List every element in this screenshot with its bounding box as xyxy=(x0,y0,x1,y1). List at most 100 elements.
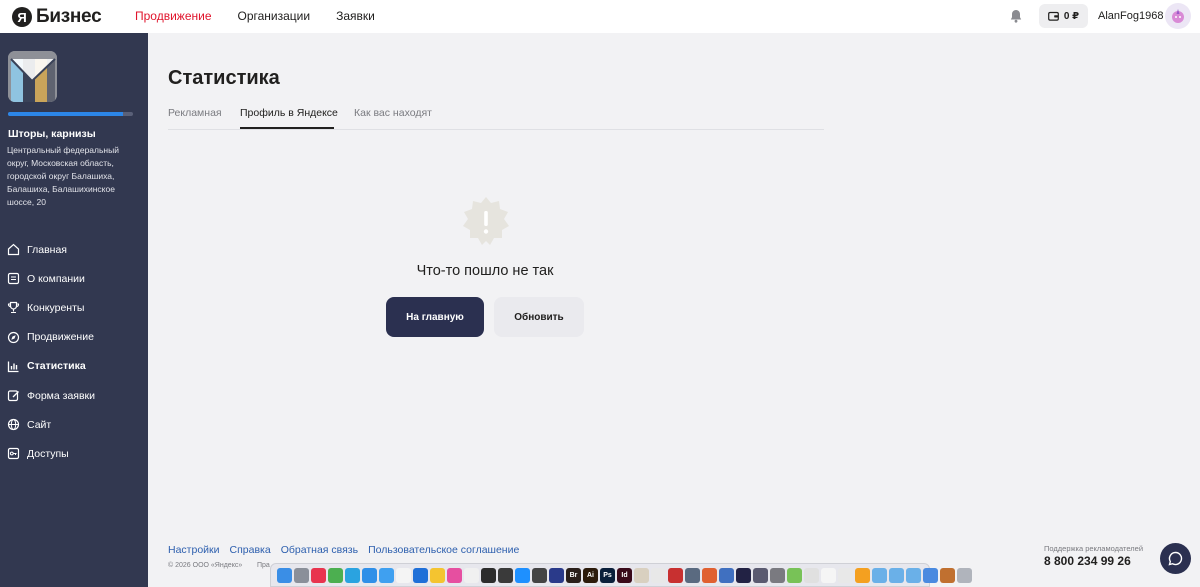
folder-icon[interactable] xyxy=(872,567,887,583)
illustrator-icon[interactable]: Ai xyxy=(583,567,598,583)
folder-icon[interactable] xyxy=(889,567,904,583)
balance-amount: 0 ₽ xyxy=(1063,10,1080,22)
calendar-icon[interactable] xyxy=(396,567,411,583)
curtains-logo-icon xyxy=(8,51,57,102)
scanner-icon[interactable] xyxy=(685,567,700,583)
indesign-icon[interactable]: Id xyxy=(617,567,632,583)
refresh-button[interactable]: Обновить xyxy=(494,297,584,337)
textedit-icon[interactable] xyxy=(821,567,836,583)
yandex-logo-icon: Я xyxy=(12,7,32,27)
sidebar-item-label: Главная xyxy=(27,243,67,256)
scripts-icon[interactable] xyxy=(651,567,666,583)
terminal-icon[interactable] xyxy=(481,567,496,583)
color-icon[interactable] xyxy=(702,567,717,583)
user-avatar[interactable] xyxy=(1165,3,1191,29)
safari-icon[interactable] xyxy=(362,567,377,583)
paintbrush-icon[interactable] xyxy=(804,567,819,583)
notes-icon[interactable] xyxy=(430,567,445,583)
key-icon xyxy=(7,447,20,460)
chat-icon xyxy=(1168,551,1183,566)
footer-link-help[interactable]: Справка xyxy=(230,544,271,556)
support-label: Поддержка рекламодателей xyxy=(1044,544,1144,553)
error-message: Что-то пошло не так xyxy=(416,263,554,279)
mail-icon[interactable] xyxy=(379,567,394,583)
balance-button[interactable]: 0 ₽ xyxy=(1039,4,1088,28)
compass-icon xyxy=(7,331,20,344)
bridge-icon[interactable]: Br xyxy=(566,567,581,583)
vpn-icon[interactable] xyxy=(549,567,564,583)
photos-icon[interactable] xyxy=(464,567,479,583)
unicorn-avatar-icon xyxy=(1172,9,1184,23)
camera-icon[interactable] xyxy=(532,567,547,583)
photoshop-icon[interactable]: Ps xyxy=(600,567,615,583)
browser-icon[interactable] xyxy=(413,567,428,583)
company-logo[interactable] xyxy=(8,51,57,102)
username[interactable]: AlanFog1968 xyxy=(1098,10,1163,22)
preview-icon[interactable] xyxy=(634,567,649,583)
printer-icon[interactable] xyxy=(668,567,683,583)
activity-icon[interactable] xyxy=(498,567,513,583)
chart-icon xyxy=(7,360,20,373)
sidebar-item-statistics[interactable]: Статистика xyxy=(7,352,95,381)
sidebar-item-competitors[interactable]: Конкуренты xyxy=(7,293,95,322)
globe-icon xyxy=(7,418,20,431)
obs-icon[interactable] xyxy=(736,567,751,583)
profile-completion-bar xyxy=(8,112,133,116)
android-icon[interactable] xyxy=(787,567,802,583)
appstore-icon[interactable] xyxy=(515,567,530,583)
tab-yandex-profile[interactable]: Профиль в Яндексе xyxy=(240,107,338,119)
sidebar-menu: Главная О компании Конкуренты Продвижени… xyxy=(7,235,95,469)
pen-icon[interactable] xyxy=(838,567,853,583)
sidebar-item-promotion[interactable]: Продвижение xyxy=(7,323,95,352)
sidebar-item-home[interactable]: Главная xyxy=(7,235,95,264)
footer-link-user-agreement[interactable]: Пользовательское соглашение xyxy=(368,544,519,556)
sketch-icon[interactable] xyxy=(855,567,870,583)
nav-organizations[interactable]: Организации xyxy=(238,9,311,23)
screenshot-icon[interactable] xyxy=(753,567,768,583)
tab-advertising[interactable]: Рекламная xyxy=(168,107,222,119)
company-address: Центральный федеральный округ, Московска… xyxy=(7,145,119,207)
footer-link-settings[interactable]: Настройки xyxy=(168,544,220,556)
trash-icon[interactable] xyxy=(957,567,972,583)
sidebar: Шторы, карнизы Центральный федеральный о… xyxy=(0,33,148,587)
home-icon xyxy=(7,243,20,256)
settings-icon[interactable] xyxy=(770,567,785,583)
nav-requests[interactable]: Заявки xyxy=(336,9,375,23)
sidebar-item-site[interactable]: Сайт xyxy=(7,410,95,439)
page-title: Статистика xyxy=(168,67,280,89)
wallet-icon xyxy=(1047,11,1059,21)
sidebar-item-about[interactable]: О компании xyxy=(7,264,95,293)
launchpad-icon[interactable] xyxy=(294,567,309,583)
downloads-icon[interactable] xyxy=(940,567,955,583)
chat-button[interactable] xyxy=(1160,543,1191,574)
sidebar-item-label: О компании xyxy=(27,272,85,285)
warning-icon xyxy=(463,197,509,245)
itunes-icon[interactable] xyxy=(447,567,462,583)
support-phone[interactable]: 8 800 234 99 26 xyxy=(1044,554,1131,568)
sidebar-item-label: Доступы xyxy=(27,447,69,460)
go-home-button[interactable]: На главную xyxy=(386,297,484,337)
yandex-business-logo[interactable]: Я Бизнес xyxy=(12,6,102,28)
footer-link-feedback[interactable]: Обратная связь xyxy=(281,544,358,556)
dock-icon-label: Ps xyxy=(603,571,612,579)
document-file-icon[interactable] xyxy=(923,567,938,583)
sidebar-item-request-form[interactable]: Форма заявки xyxy=(7,381,95,410)
sidebar-item-label: Конкуренты xyxy=(27,301,85,314)
trophy-icon xyxy=(7,301,20,314)
chrome-icon[interactable] xyxy=(328,567,343,583)
top-bar: Я Бизнес Продвижение Организации Заявки … xyxy=(0,0,1200,33)
nav-promotion[interactable]: Продвижение xyxy=(135,9,212,23)
copyright: © 2026 ООО «Яндекс» xyxy=(168,562,243,569)
dictionary-icon[interactable] xyxy=(719,567,734,583)
telegram-icon[interactable] xyxy=(345,567,360,583)
notifications-bell-icon[interactable] xyxy=(1008,8,1024,24)
music-app-icon[interactable] xyxy=(311,567,326,583)
tab-how-found[interactable]: Как вас находят xyxy=(354,107,432,119)
finder-icon[interactable] xyxy=(277,567,292,583)
folder-icon[interactable] xyxy=(906,567,921,583)
copyright-tail[interactable]: Пра xyxy=(257,562,270,569)
statistics-tabs: Рекламная Профиль в Яндексе Как вас нахо… xyxy=(168,104,824,130)
logo-text: Бизнес xyxy=(36,6,102,27)
sidebar-item-access[interactable]: Доступы xyxy=(7,439,95,468)
dock-icon-label: Br xyxy=(569,571,578,579)
